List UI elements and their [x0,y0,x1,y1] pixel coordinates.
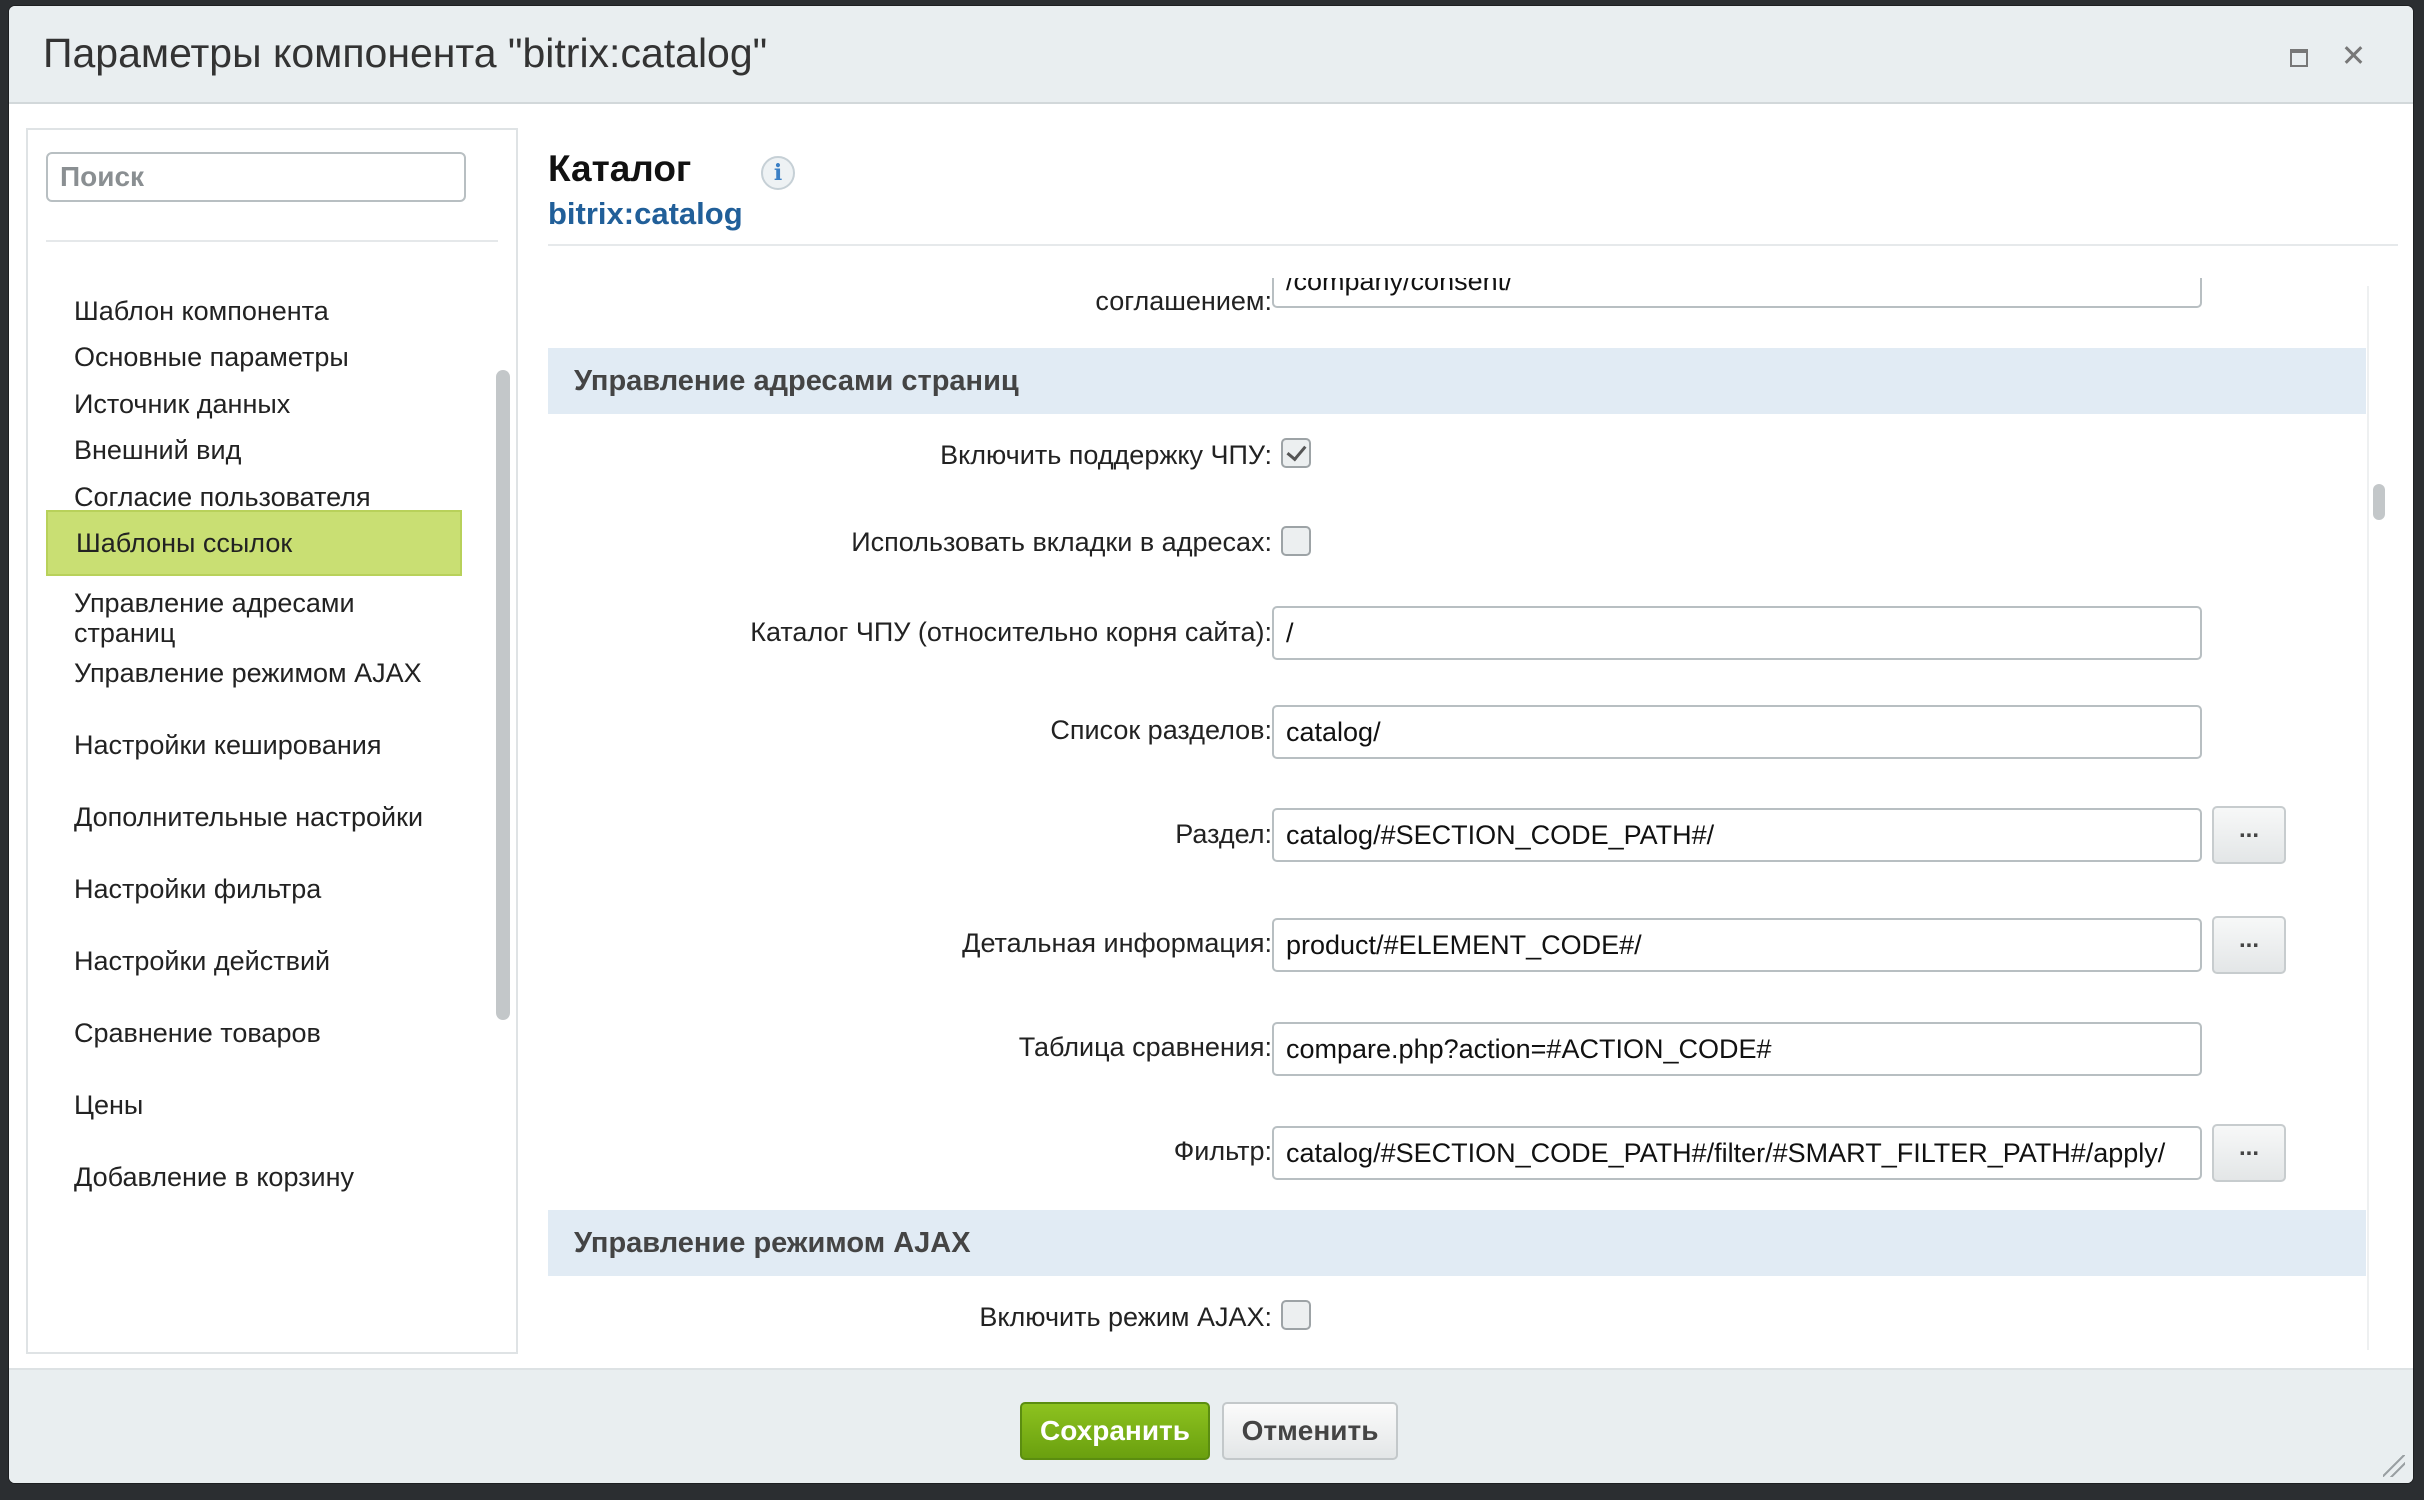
dialog-footer: Сохранить Отменить [9,1368,2413,1483]
sef-tabs-checkbox[interactable] [1281,526,1311,556]
component-title: Каталог [548,148,692,189]
component-code: bitrix:catalog [548,196,743,231]
sections-list-label: Список разделов: [1050,715,1272,745]
section-url-picker-button[interactable]: ... [2212,806,2286,864]
dialog-title: Параметры компонента "bitrix:catalog" [43,30,768,76]
search-input[interactable] [46,152,466,202]
parameters-panel: соглашением: Управление адресами страниц… [548,278,2366,1352]
sef-tabs-label: Использовать вкладки в адресах: [851,527,1272,557]
sidebar-scrollbar[interactable] [492,250,512,1350]
dialog-titlebar[interactable]: Параметры компонента "bitrix:catalog" [9,6,2413,104]
main-scrollbar-thumb[interactable] [2373,484,2385,520]
sidebar-item-additional-settings[interactable]: Дополнительные настройки [46,802,462,832]
sidebar-item-url-templates[interactable]: Шаблоны ссылок [46,510,462,576]
detail-url-label: Детальная информация: [962,928,1272,958]
sidebar-item-basic-params[interactable]: Основные параметры [46,342,462,372]
compare-url-label: Таблица сравнения: [1018,1032,1272,1062]
sidebar: Шаблон компонента Основные параметры Ист… [26,128,518,1354]
maximize-icon[interactable] [2279,36,2319,76]
sidebar-scrollbar-thumb[interactable] [496,370,510,1020]
detail-url-picker-button[interactable]: ... [2212,916,2286,974]
filter-url-picker-button[interactable]: ... [2212,1124,2286,1182]
header-divider [548,244,2398,246]
ajax-mode-checkbox[interactable] [1281,1300,1311,1330]
sidebar-divider [46,240,498,242]
section-header-ajax-mode[interactable]: Управление режимом AJAX [548,1210,2366,1276]
cancel-button[interactable]: Отменить [1222,1402,1398,1460]
component-parameters-dialog: Параметры компонента "bitrix:catalog" Ша… [9,6,2413,1483]
info-icon[interactable]: i [761,156,795,190]
sidebar-item-add-to-basket[interactable]: Добавление в корзину [46,1162,462,1192]
detail-url-input[interactable] [1272,918,2202,972]
section-url-label: Раздел: [1175,819,1272,849]
sef-enable-checkbox[interactable] [1281,438,1311,468]
sidebar-item-product-compare[interactable]: Сравнение товаров [46,1018,462,1048]
section-header-url-management[interactable]: Управление адресами страниц [548,348,2366,414]
sidebar-item-component-template[interactable]: Шаблон компонента [46,296,462,326]
sidebar-item-action-settings[interactable]: Настройки действий [46,946,462,976]
sidebar-item-data-source[interactable]: Источник данных [46,389,462,419]
close-icon[interactable] [2333,36,2373,76]
consent-url-input[interactable] [1272,278,2202,308]
main-scrollbar[interactable] [2367,286,2389,1350]
sections-list-input[interactable] [1272,705,2202,759]
save-button[interactable]: Сохранить [1020,1402,1210,1460]
section-url-input[interactable] [1272,808,2202,862]
filter-url-input[interactable] [1272,1126,2202,1180]
sef-folder-input[interactable] [1272,606,2202,660]
sef-enable-label: Включить поддержку ЧПУ: [940,440,1272,470]
sidebar-item-url-management[interactable]: Управление адресами страниц [46,588,436,648]
resize-grip-icon[interactable] [2383,1455,2405,1477]
sidebar-item-user-consent[interactable]: Согласие пользователя [46,482,462,512]
sidebar-item-filter-settings[interactable]: Настройки фильтра [46,874,462,904]
filter-url-label: Фильтр: [1173,1136,1272,1166]
consent-url-label: соглашением: [1095,286,1272,316]
sidebar-item-caching[interactable]: Настройки кеширования [46,730,462,760]
sidebar-item-ajax-mode[interactable]: Управление режимом AJAX [46,658,462,688]
ajax-mode-label: Включить режим AJAX: [979,1302,1272,1332]
compare-url-input[interactable] [1272,1022,2202,1076]
sef-folder-label: Каталог ЧПУ (относительно корня сайта): [750,617,1272,647]
sidebar-item-prices[interactable]: Цены [46,1090,462,1120]
sidebar-item-appearance[interactable]: Внешний вид [46,435,462,465]
